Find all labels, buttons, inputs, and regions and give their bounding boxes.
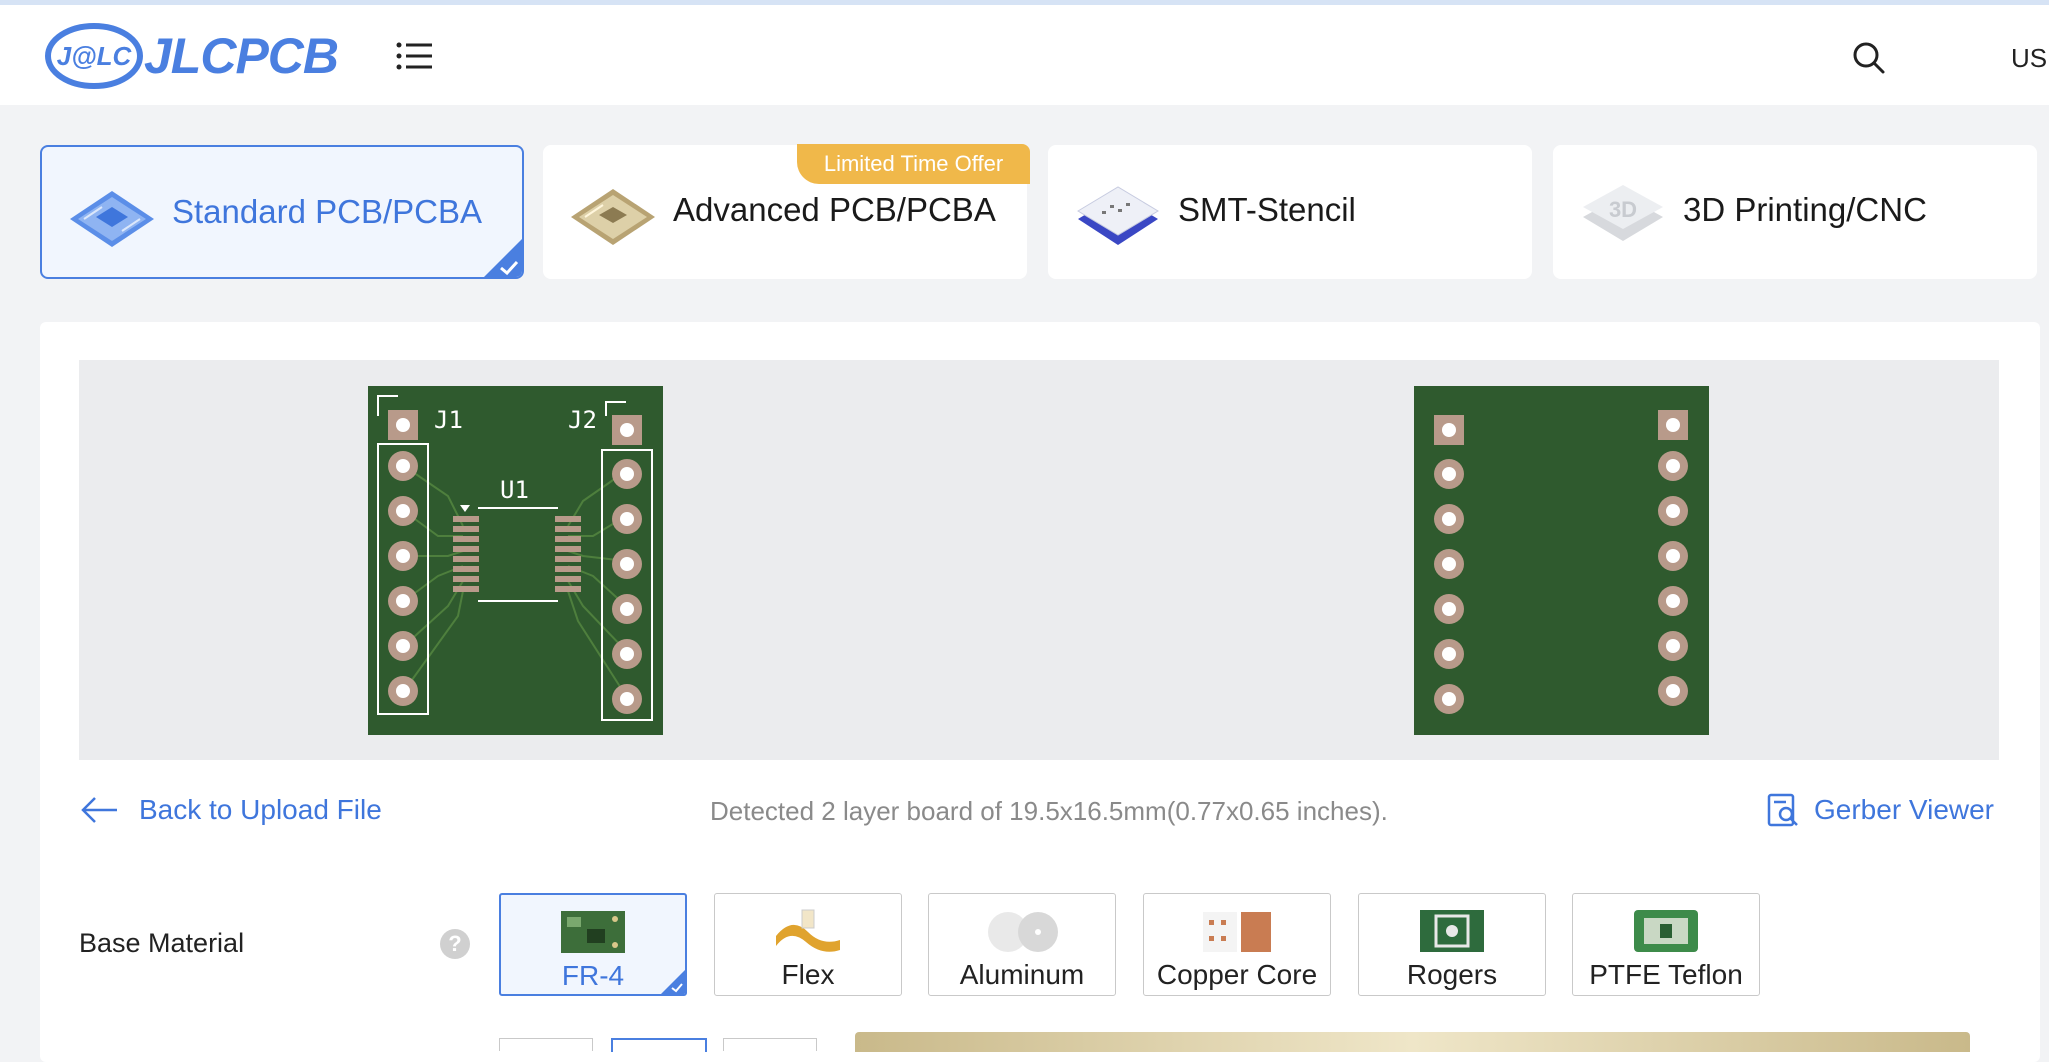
material-label: Flex <box>781 959 835 990</box>
3d-printing-icon: 3D <box>1583 185 1663 241</box>
tab-label: SMT-Stencil <box>1178 191 1356 228</box>
material-label: PTFE Teflon <box>1589 959 1743 990</box>
jlc-badge-icon: J@LC <box>45 23 143 89</box>
material-option-fr4[interactable]: FR-4 <box>499 893 687 996</box>
back-to-upload-link[interactable]: Back to Upload File <box>79 790 382 830</box>
aluminum-pcb-icon <box>988 912 1058 952</box>
svg-text:U1: U1 <box>500 476 529 504</box>
gerber-viewer-icon <box>1767 793 1798 827</box>
logo-wordmark: JLCPCB <box>144 28 339 84</box>
detected-board-info: Detected 2 layer board of 19.5x16.5mm(0.… <box>710 796 1388 826</box>
site-header: J@LC JLCPCB US <box>0 5 2049 105</box>
back-link-label: Back to Upload File <box>139 794 382 825</box>
copper-core-icon <box>1203 912 1271 952</box>
flex-pcb-icon <box>776 909 840 952</box>
svg-text:J1: J1 <box>434 406 463 434</box>
material-option-aluminum[interactable]: Aluminum <box>928 893 1116 996</box>
layer-option[interactable] <box>499 1038 593 1051</box>
svg-text:J2: J2 <box>568 406 597 434</box>
material-label: Aluminum <box>959 959 1085 990</box>
svg-text:J@LC: J@LC <box>57 41 133 71</box>
pcb-top-view: J1 J2 U1 <box>368 386 663 735</box>
tab-label: Advanced PCB/PCBA <box>673 191 996 228</box>
layer-option-selected[interactable] <box>611 1038 707 1052</box>
selected-check-icon <box>484 239 522 277</box>
gerber-viewer-link[interactable]: Gerber Viewer <box>1766 790 1994 830</box>
material-option-copper-core[interactable]: Copper Core <box>1143 893 1331 996</box>
smt-stencil-icon <box>1077 186 1159 245</box>
base-material-label: Base Material <box>79 928 245 958</box>
material-option-ptfe-teflon[interactable]: PTFE Teflon <box>1572 893 1760 996</box>
tab-label: Standard PCB/PCBA <box>172 193 482 230</box>
board-preview-area <box>79 360 1999 760</box>
material-label: Rogers <box>1406 959 1498 990</box>
tab-standard-pcb[interactable]: Standard PCB/PCBA <box>40 145 524 279</box>
promo-banner <box>855 1032 1970 1052</box>
svg-text:3D: 3D <box>1609 197 1637 222</box>
limited-offer-badge: Limited Time Offer <box>797 144 1030 184</box>
tab-smt-stencil[interactable]: SMT-Stencil <box>1048 145 1532 279</box>
layer-option[interactable] <box>723 1038 817 1051</box>
language-selector[interactable]: US <box>2011 43 2047 74</box>
search-icon[interactable] <box>1852 41 1886 75</box>
selected-check-icon <box>661 970 685 994</box>
material-label: Copper Core <box>1156 959 1318 990</box>
help-icon[interactable]: ? <box>440 929 470 959</box>
arrow-left-icon <box>81 797 117 823</box>
menu-icon[interactable] <box>396 41 432 71</box>
ptfe-teflon-icon <box>1634 910 1698 952</box>
standard-pcb-icon <box>70 191 154 247</box>
material-label: FR-4 <box>561 960 625 991</box>
pcb-bottom-view <box>1414 386 1709 735</box>
tab-3d-printing-cnc[interactable]: 3D 3D Printing/CNC <box>1553 145 2037 279</box>
material-option-rogers[interactable]: Rogers <box>1358 893 1546 996</box>
tab-label: 3D Printing/CNC <box>1683 191 1927 228</box>
jlcpcb-logo[interactable]: J@LC JLCPCB <box>44 19 354 93</box>
gerber-viewer-label: Gerber Viewer <box>1814 794 1995 825</box>
advanced-pcb-icon <box>571 189 655 245</box>
rogers-pcb-icon <box>1420 910 1484 952</box>
material-option-flex[interactable]: Flex <box>714 893 902 996</box>
fr4-board-icon <box>561 911 625 953</box>
